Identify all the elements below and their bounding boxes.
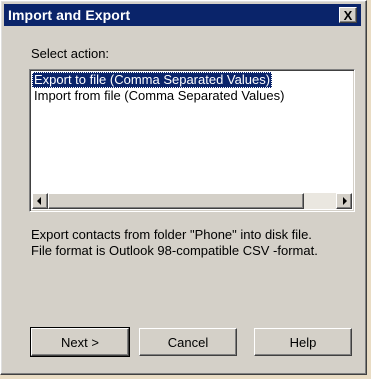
select-action-label: Select action: bbox=[31, 46, 110, 61]
right-arrow-icon bbox=[343, 197, 347, 205]
scrollbar-thumb[interactable] bbox=[48, 193, 304, 209]
action-description: Export contacts from folder "Phone" into… bbox=[31, 227, 318, 259]
list-item-export[interactable]: Export to file (Comma Separated Values) bbox=[32, 72, 273, 88]
list-item-import[interactable]: Import from file (Comma Separated Values… bbox=[32, 88, 286, 104]
left-arrow-icon bbox=[37, 197, 41, 205]
scroll-left-button[interactable] bbox=[32, 193, 48, 209]
close-icon: X bbox=[343, 7, 353, 23]
action-listbox[interactable]: Export to file (Comma Separated Values) … bbox=[29, 69, 355, 212]
description-line-2: File format is Outlook 98-compatible CSV… bbox=[31, 243, 318, 258]
description-line-1: Export contacts from folder "Phone" into… bbox=[31, 227, 312, 242]
horizontal-scrollbar[interactable] bbox=[32, 193, 352, 209]
dialog-title: Import and Export bbox=[8, 7, 131, 23]
cancel-button[interactable]: Cancel bbox=[139, 328, 237, 356]
scroll-right-button[interactable] bbox=[336, 193, 352, 209]
next-button[interactable]: Next > bbox=[30, 327, 130, 357]
help-button[interactable]: Help bbox=[254, 328, 352, 356]
close-button[interactable]: X bbox=[339, 7, 357, 23]
title-bar[interactable]: Import and Export X bbox=[4, 4, 361, 26]
import-export-dialog: Import and Export X Select action: Expor… bbox=[0, 0, 367, 375]
